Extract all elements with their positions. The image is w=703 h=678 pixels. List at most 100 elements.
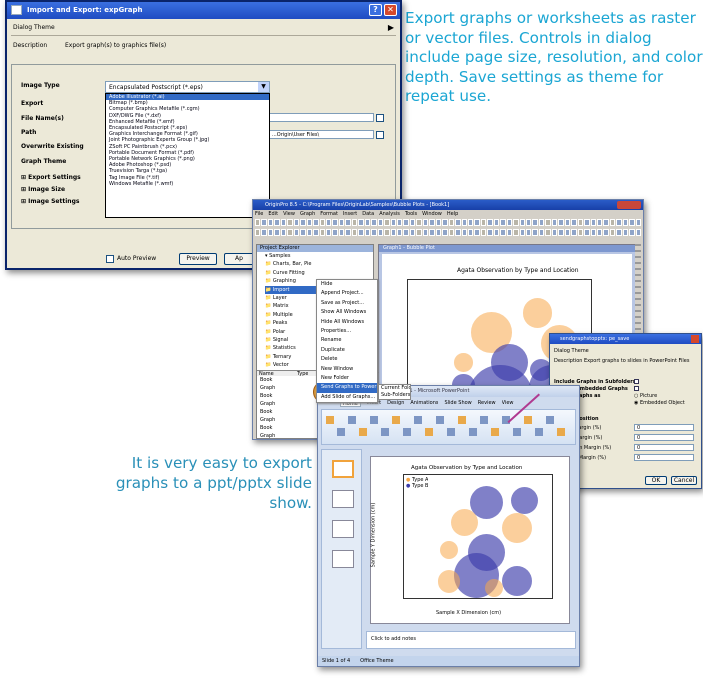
menu-item[interactable]: Help bbox=[447, 211, 458, 218]
include-graphs-checkbox[interactable] bbox=[634, 379, 639, 384]
toolbar-button-icon[interactable] bbox=[319, 219, 325, 226]
chevron-down-icon[interactable]: ▼ bbox=[258, 82, 269, 92]
ribbon-button-icon[interactable] bbox=[535, 428, 543, 436]
toolbar-button-icon[interactable] bbox=[519, 229, 526, 236]
dialog-theme-label[interactable]: Dialog Theme bbox=[13, 24, 55, 32]
menu-item[interactable]: Graph bbox=[300, 211, 315, 218]
toolbar-button-icon[interactable] bbox=[371, 229, 377, 236]
theme-arrow-icon[interactable]: ▶ bbox=[388, 23, 394, 32]
ribbon-button-icon[interactable] bbox=[392, 416, 400, 424]
toolbar-button-icon[interactable] bbox=[332, 219, 338, 226]
toolbar-button-icon[interactable] bbox=[474, 229, 480, 236]
toolbar-button-icon[interactable] bbox=[616, 229, 622, 236]
toolbar-button-icon[interactable] bbox=[332, 229, 338, 236]
slide-thumbnail-1[interactable] bbox=[332, 460, 354, 478]
ok-button[interactable]: OK bbox=[645, 476, 667, 485]
toolbar-button-icon[interactable] bbox=[306, 219, 313, 226]
toolbar-button-icon[interactable] bbox=[377, 229, 384, 236]
toolbar-button-icon[interactable] bbox=[345, 219, 351, 226]
toolbar-button-icon[interactable] bbox=[306, 229, 313, 236]
toolbar-button-icon[interactable] bbox=[345, 229, 351, 236]
toolbar-button-icon[interactable] bbox=[422, 219, 429, 226]
toolbar-button-icon[interactable] bbox=[609, 219, 616, 226]
toolbar-button-icon[interactable] bbox=[538, 219, 545, 226]
toolbar-button-icon[interactable] bbox=[538, 229, 545, 236]
toolbar-button-icon[interactable] bbox=[564, 219, 571, 226]
toolbar-button-icon[interactable] bbox=[377, 219, 384, 226]
tree-folder[interactable]: 📁 Charts, Bar, Pie bbox=[265, 260, 373, 268]
menu-item[interactable]: View bbox=[283, 211, 295, 218]
ribbon-button-icon[interactable] bbox=[337, 428, 345, 436]
toolbar-button-icon[interactable] bbox=[313, 229, 319, 236]
ribbon-button-icon[interactable] bbox=[513, 428, 521, 436]
toolbar-button-icon[interactable] bbox=[551, 219, 558, 226]
toolbar-button-icon[interactable] bbox=[384, 229, 390, 236]
window-controls-icon[interactable] bbox=[617, 201, 641, 209]
toolbar-button-icon[interactable] bbox=[403, 219, 409, 226]
menu-item[interactable]: Edit bbox=[268, 211, 278, 218]
ribbon-button-icon[interactable] bbox=[469, 428, 477, 436]
toolbar-button-icon[interactable] bbox=[603, 219, 609, 226]
toolbar-button-icon[interactable] bbox=[506, 229, 513, 236]
toolbar-button-icon[interactable] bbox=[513, 219, 519, 226]
toolbar-button-icon[interactable] bbox=[261, 219, 267, 226]
toolbar-button-icon[interactable] bbox=[500, 229, 506, 236]
toolbar-button-icon[interactable] bbox=[532, 229, 538, 236]
toolbar-button-icon[interactable] bbox=[493, 219, 500, 226]
toolbar-button-icon[interactable] bbox=[364, 229, 371, 236]
auto-preview-checkbox[interactable] bbox=[106, 255, 114, 263]
ribbon-button-icon[interactable] bbox=[546, 416, 554, 424]
toolbar-button-icon[interactable] bbox=[300, 219, 306, 226]
toolbar-button-icon[interactable] bbox=[584, 229, 590, 236]
toolbar-button-icon[interactable] bbox=[319, 229, 325, 236]
close-icon[interactable] bbox=[691, 335, 699, 343]
context-menu[interactable]: Hide Append Project... Save as Project... S… bbox=[316, 279, 378, 403]
toolbar-button-icon[interactable] bbox=[267, 219, 274, 226]
toolbar-button-icon[interactable] bbox=[487, 229, 493, 236]
toolbar-button-icon[interactable] bbox=[461, 219, 467, 226]
ribbon-button-icon[interactable] bbox=[403, 428, 411, 436]
toolbar-button-icon[interactable] bbox=[571, 229, 577, 236]
toolbar-button-icon[interactable] bbox=[597, 219, 603, 226]
toolbar-button-icon[interactable] bbox=[293, 229, 300, 236]
toolbar-button-icon[interactable] bbox=[577, 219, 584, 226]
menu-item[interactable]: Tools bbox=[405, 211, 417, 218]
path-checkbox[interactable] bbox=[376, 131, 384, 139]
toolbar-button-icon[interactable] bbox=[313, 219, 319, 226]
ribbon-button-icon[interactable] bbox=[370, 416, 378, 424]
cancel-button[interactable]: Cancel bbox=[671, 476, 697, 485]
right-margin-input[interactable]: 0 bbox=[634, 454, 694, 461]
context-menu-item[interactable]: Append Project... bbox=[317, 289, 377, 298]
toolbar-button-icon[interactable] bbox=[396, 219, 403, 226]
context-menu-item[interactable]: Rename bbox=[317, 336, 377, 345]
toolbar-button-icon[interactable] bbox=[558, 229, 564, 236]
toolbar-button-icon[interactable] bbox=[255, 219, 261, 226]
submenu-item[interactable]: Sub-Folders bbox=[379, 392, 410, 399]
file-name-input[interactable] bbox=[269, 113, 374, 122]
toolbar-button-icon[interactable] bbox=[590, 219, 597, 226]
toolbar-button-icon[interactable] bbox=[532, 219, 538, 226]
slide-thumbnail-3[interactable] bbox=[332, 520, 354, 538]
toolbar-button-icon[interactable] bbox=[467, 219, 474, 226]
ribbon-tab-slide-show[interactable]: Slide Show bbox=[444, 399, 471, 407]
toolbar-button-icon[interactable] bbox=[577, 229, 584, 236]
top-margin-input[interactable]: 0 bbox=[634, 424, 694, 431]
tree-folder[interactable]: 📁 Curve Fitting bbox=[265, 269, 373, 277]
toolbar-button-icon[interactable] bbox=[519, 219, 526, 226]
toolbar-button-icon[interactable] bbox=[480, 219, 487, 226]
toolbar-button-icon[interactable] bbox=[435, 229, 442, 236]
toolbar-button-icon[interactable] bbox=[487, 219, 493, 226]
context-menu-item[interactable]: Add Slide of Graphs... bbox=[317, 393, 377, 402]
toolbar-button-icon[interactable] bbox=[480, 229, 487, 236]
toolbar-button-icon[interactable] bbox=[603, 229, 609, 236]
context-menu-item[interactable]: Duplicate bbox=[317, 346, 377, 355]
ribbon-button-icon[interactable] bbox=[447, 428, 455, 436]
bottom-margin-input[interactable]: 0 bbox=[634, 444, 694, 451]
toolbar-button-icon[interactable] bbox=[274, 229, 280, 236]
toolbar-button-icon[interactable] bbox=[609, 229, 616, 236]
ribbon-button-icon[interactable] bbox=[524, 416, 532, 424]
toolbar-button-icon[interactable] bbox=[338, 219, 345, 226]
context-menu-item[interactable]: Send Graphs to PowerPoint bbox=[317, 383, 377, 393]
context-menu-item[interactable]: Hide All Windows bbox=[317, 318, 377, 327]
slide-dialog-theme-label[interactable]: Dialog Theme bbox=[554, 348, 589, 354]
